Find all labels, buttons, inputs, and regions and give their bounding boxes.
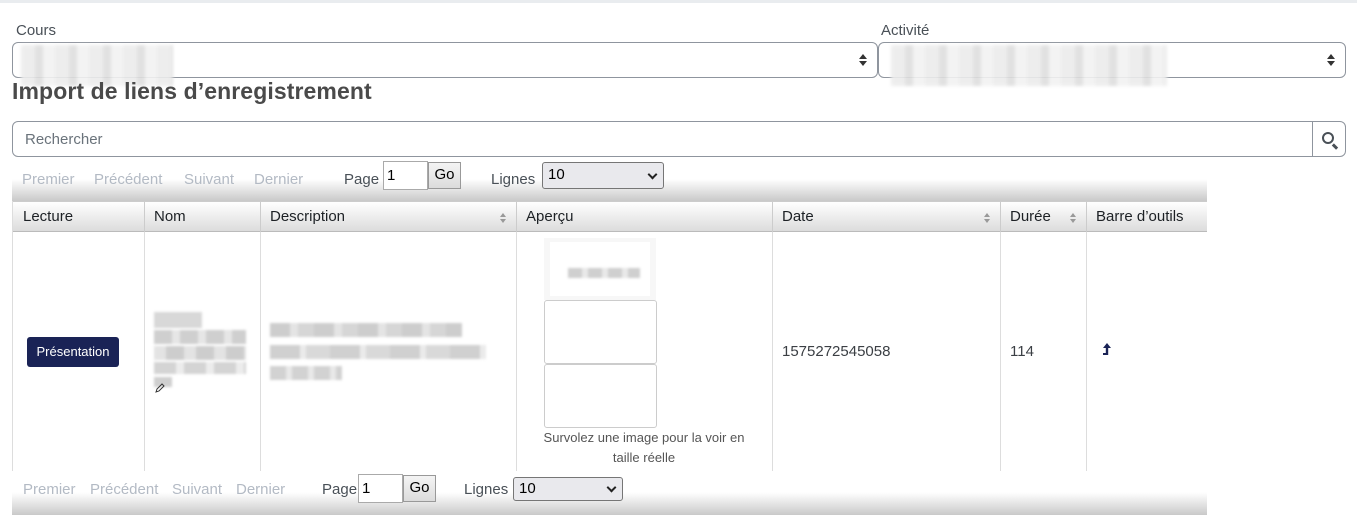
edit-pencil-icon[interactable] [155,383,165,393]
page-input[interactable] [358,474,403,503]
preview-thumbnail[interactable] [544,300,657,364]
description-redacted-line [270,323,462,337]
pager-last[interactable]: Dernier [236,481,285,498]
search-input[interactable] [13,122,1312,156]
search-icon [1322,132,1334,144]
cell-duree: 114 [1000,232,1087,471]
preview-thumbnail[interactable] [544,238,656,300]
search-button[interactable] [1312,121,1346,157]
chevron-down-icon [647,169,658,180]
chevron-down-icon [606,482,617,493]
course-label: Cours [16,22,57,39]
activity-select[interactable] [878,42,1346,86]
presentation-button[interactable]: Présentation [27,337,119,367]
lines-select[interactable]: 10 [542,162,664,189]
activity-value-redacted [891,45,1167,86]
page-label: Page [344,171,380,188]
lines-select-value: 10 [548,166,565,183]
page-input[interactable] [383,161,428,190]
cell-toolbar [1086,232,1207,471]
preview-thumbnail[interactable] [544,364,657,428]
pager-first[interactable]: Premier [22,171,75,188]
column-header-description[interactable]: Description [260,202,517,233]
cell-apercu: Survolez une image pour la voir en taill… [516,232,773,471]
activity-label: Activité [881,22,930,39]
column-header-description-label: Description [270,208,346,225]
recordings-table: Lecture Nom Description Aperçu Date Duré… [12,201,1207,471]
lines-select[interactable]: 10 [513,477,623,501]
page-title: Import de liens d’enregistrement [12,78,372,104]
pager-last[interactable]: Dernier [254,171,303,188]
column-header-date-label: Date [782,208,814,225]
pager-top: Premier Précédent Suivant Dernier Page G… [12,161,1207,201]
table-header: Lecture Nom Description Aperçu Date Duré… [13,201,1207,233]
cell-nom [144,232,261,471]
select-caret-icon [858,53,868,67]
column-header-duree-label: Durée [1010,208,1051,225]
column-header-toolbar: Barre d’outils [1096,208,1184,225]
go-button[interactable]: Go [428,162,461,189]
top-border [0,0,1357,3]
column-header-apercu: Aperçu [516,202,773,233]
sort-icon [1070,213,1078,223]
column-header-duree[interactable]: Durée [1000,202,1087,233]
name-redacted-line [154,362,246,374]
description-redacted-line [270,366,342,380]
sort-icon [500,213,508,223]
pager-previous[interactable]: Précédent [94,171,162,188]
sort-icon [984,213,992,223]
name-redacted [154,312,202,328]
column-header-lecture: Lecture [13,202,145,233]
column-header-nom: Nom [144,202,261,233]
course-select[interactable] [12,42,878,86]
cell-date: 1575272545058 [772,232,1001,471]
import-arrow-icon[interactable] [1100,342,1114,358]
go-button[interactable]: Go [403,475,436,502]
pager-next[interactable]: Suivant [184,171,234,188]
select-caret-icon [1326,53,1336,67]
page-label: Page [322,481,358,498]
description-redacted-line [270,345,486,359]
date-value: 1575272545058 [782,343,891,360]
lines-label: Lignes [464,481,509,498]
lines-label: Lignes [491,171,536,188]
lines-select-value: 10 [519,480,536,497]
duration-value: 114 [1010,343,1034,360]
pager-previous[interactable]: Précédent [90,481,158,498]
cell-description [260,232,517,471]
pager-next[interactable]: Suivant [172,481,222,498]
column-header-date[interactable]: Date [772,202,1001,233]
pager-first[interactable]: Premier [23,481,76,498]
name-redacted-line [154,346,246,360]
name-redacted-line [154,330,246,344]
preview-hint: Survolez une image pour la voir en taill… [543,430,745,465]
thumbnail-redacted-text [568,268,640,278]
pager-bottom: Premier Précédent Suivant Dernier Page G… [12,474,1207,515]
cell-lecture: Présentation [13,232,145,471]
search-field[interactable] [12,121,1313,157]
